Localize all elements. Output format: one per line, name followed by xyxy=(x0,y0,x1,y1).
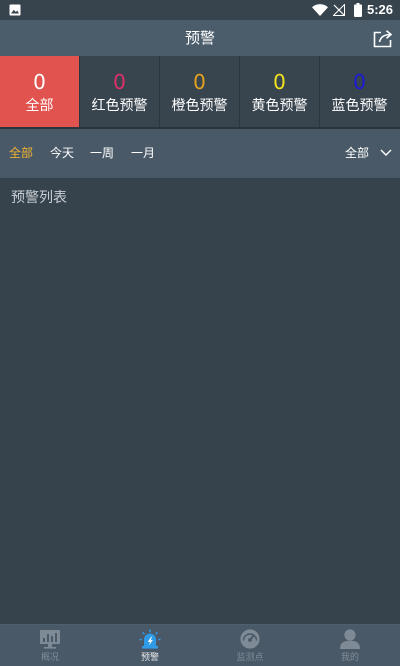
status-bar: 5:26 xyxy=(0,0,400,20)
section-title: 预警列表 xyxy=(11,190,67,206)
nav-label: 我的 xyxy=(340,653,359,663)
bottom-nav: 概况 预警 监测点 我的 xyxy=(0,624,400,666)
period-tab-month[interactable]: 一月 xyxy=(131,129,155,178)
user-icon xyxy=(340,629,360,649)
page-title: 预警 xyxy=(184,29,215,47)
stat-tab-red[interactable]: 0 红色预警 xyxy=(80,56,160,127)
period-tab-week[interactable]: 一周 xyxy=(90,129,114,178)
nav-item-overview[interactable]: 概况 xyxy=(0,625,100,666)
level-dropdown-value: 全部 xyxy=(345,146,370,160)
period-tab-all[interactable]: 全部 xyxy=(9,129,33,178)
chart-icon xyxy=(40,630,60,649)
stat-count: 0 xyxy=(33,70,46,94)
nav-item-profile[interactable]: 我的 xyxy=(300,625,400,666)
stat-label: 蓝色预警 xyxy=(331,98,388,114)
nav-label: 预警 xyxy=(140,653,159,663)
nav-item-alerts[interactable]: 预警 xyxy=(100,625,200,666)
stat-count: 0 xyxy=(273,70,286,94)
stat-tab-yellow[interactable]: 0 黄色预警 xyxy=(240,56,320,127)
nav-item-monitoring-points[interactable]: 监测点 xyxy=(200,625,300,666)
gauge-icon xyxy=(240,629,260,649)
stat-count: 0 xyxy=(193,70,206,94)
stat-tab-blue[interactable]: 0 蓝色预警 xyxy=(320,56,400,127)
nav-label: 概况 xyxy=(40,653,59,663)
alert-level-tabs: 0 全部 0 红色预警 0 橙色预警 0 黄色预警 0 蓝色预警 xyxy=(0,56,400,129)
stat-count: 0 xyxy=(353,70,366,94)
status-time: 5:26 xyxy=(367,2,394,17)
stat-tab-orange[interactable]: 0 橙色预警 xyxy=(160,56,240,127)
wifi-icon xyxy=(312,4,328,16)
no-signal-icon xyxy=(333,4,345,16)
time-filter-bar: 全部 今天 一周 一月 全部 xyxy=(0,129,400,178)
stat-label: 黄色预警 xyxy=(251,98,308,114)
battery-icon xyxy=(354,3,362,17)
stat-count: 0 xyxy=(113,70,126,94)
alarm-icon xyxy=(139,629,161,649)
image-icon xyxy=(9,4,21,16)
share-icon xyxy=(373,30,393,48)
share-button[interactable] xyxy=(372,29,394,49)
stat-label: 橙色预警 xyxy=(171,98,228,114)
level-dropdown[interactable]: 全部 xyxy=(343,129,397,178)
alert-list-panel: 预警列表 xyxy=(0,178,400,624)
stat-label: 红色预警 xyxy=(91,98,148,114)
stat-tab-all[interactable]: 0 全部 xyxy=(0,56,80,127)
chevron-down-icon xyxy=(380,149,392,156)
nav-label: 监测点 xyxy=(236,653,264,663)
title-bar: 预警 xyxy=(0,20,400,56)
period-tab-today[interactable]: 今天 xyxy=(50,129,74,178)
stat-label: 全部 xyxy=(25,98,54,114)
